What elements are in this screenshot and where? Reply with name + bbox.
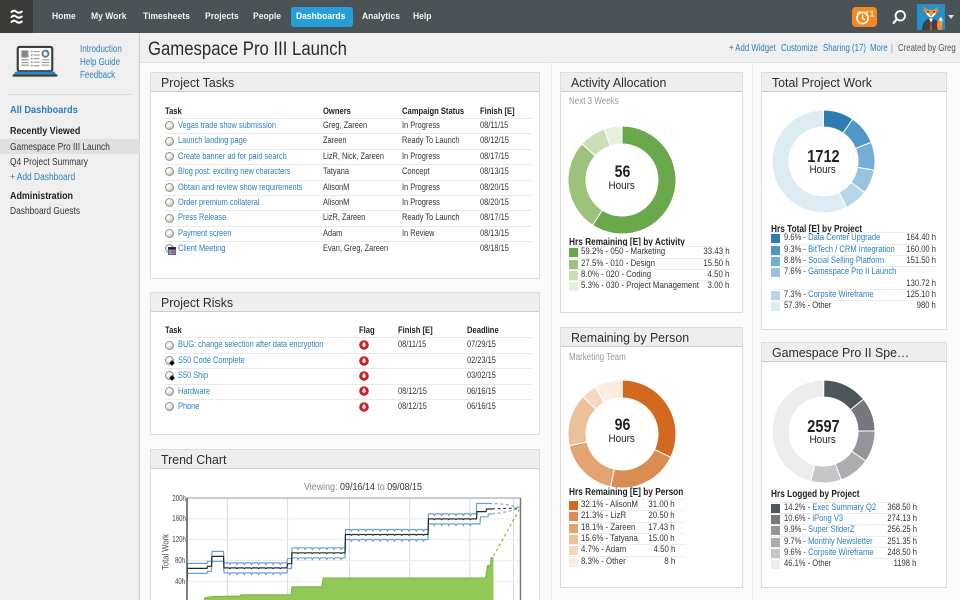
svg-text:1: 1 [870, 8, 875, 18]
